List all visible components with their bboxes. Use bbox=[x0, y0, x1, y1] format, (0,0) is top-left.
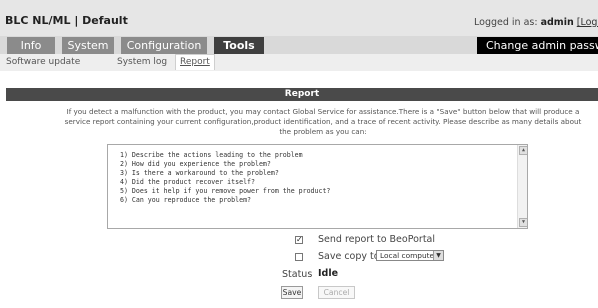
subnav-software-update[interactable]: Software update bbox=[6, 57, 80, 67]
scroll-down-icon[interactable]: ▼ bbox=[519, 218, 527, 227]
textarea-line: 4) Did the product recover itself? bbox=[120, 178, 255, 186]
header-bar: BLC NL/ML | Default Logged in as: admin … bbox=[0, 0, 598, 36]
sub-nav bbox=[0, 54, 598, 71]
save-copy-label: Save copy to bbox=[318, 251, 380, 262]
report-intro: If you detect a malfunction with the pro… bbox=[64, 107, 582, 136]
save-button[interactable]: Save bbox=[281, 286, 303, 299]
textarea-line: 3) Is there a workaround to the problem? bbox=[120, 169, 279, 177]
save-copy-checkbox[interactable] bbox=[295, 253, 303, 261]
app-title: BLC NL/ML | Default bbox=[5, 14, 128, 27]
tab-info[interactable]: Info bbox=[7, 37, 55, 54]
tab-tools[interactable]: Tools bbox=[214, 37, 264, 54]
save-copy-destination-value: Local computer bbox=[380, 251, 438, 260]
login-status: Logged in as: admin [Log ou bbox=[474, 17, 598, 28]
status-label: Status bbox=[282, 269, 313, 280]
send-report-label: Send report to BeoPortal bbox=[318, 234, 436, 245]
textarea-line: 1) Describe the actions leading to the p… bbox=[120, 151, 303, 159]
save-copy-destination-select[interactable]: Local computer ▼ bbox=[376, 250, 444, 261]
tab-configuration[interactable]: Configuration bbox=[121, 37, 207, 54]
report-heading: Report bbox=[6, 88, 598, 101]
logout-link[interactable]: [Log ou bbox=[577, 17, 598, 28]
send-report-checkbox[interactable]: ✓ bbox=[295, 236, 303, 244]
cancel-button[interactable]: Cancel bbox=[318, 286, 355, 299]
textarea-scrollbar[interactable]: ▲ ▼ bbox=[517, 145, 527, 228]
username: admin bbox=[540, 17, 574, 28]
subnav-report[interactable]: Report bbox=[175, 54, 215, 70]
chevron-down-icon: ▼ bbox=[433, 251, 443, 260]
change-admin-password-button[interactable]: Change admin password bbox=[477, 37, 598, 54]
subnav-system-log[interactable]: System log bbox=[117, 57, 167, 67]
textarea-line: 2) How did you experience the problem? bbox=[120, 160, 271, 168]
logged-in-prefix: Logged in as: bbox=[474, 17, 538, 28]
tab-system[interactable]: System bbox=[62, 37, 114, 54]
status-value: Idle bbox=[318, 268, 339, 279]
textarea-line: 5) Does it help if you remove power from… bbox=[120, 187, 331, 195]
scroll-up-icon[interactable]: ▲ bbox=[519, 146, 527, 155]
problem-description-textarea[interactable]: 1) Describe the actions leading to the p… bbox=[107, 144, 528, 229]
textarea-line: 6) Can you reproduce the problem? bbox=[120, 196, 252, 204]
